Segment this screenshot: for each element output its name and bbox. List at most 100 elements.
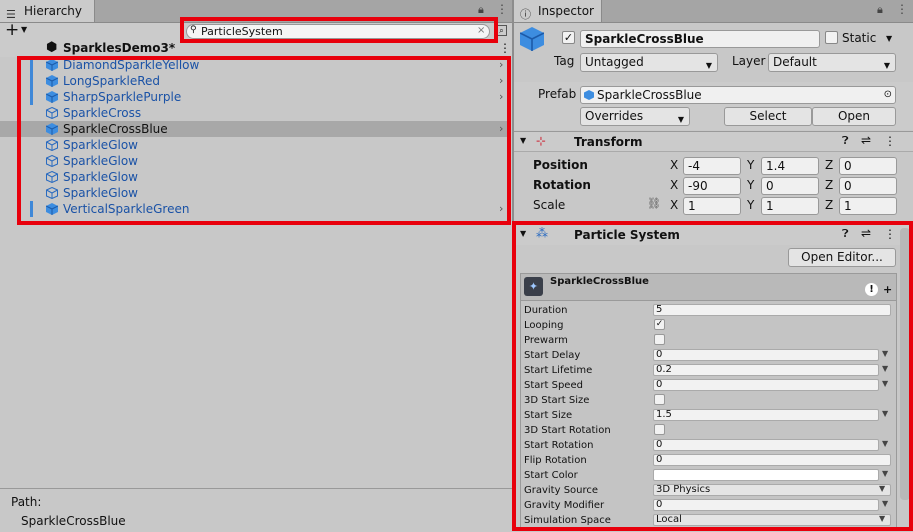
foldout-arrow-icon[interactable]: ▼ — [520, 136, 526, 145]
gravity-modifier-field[interactable]: 0 — [653, 499, 879, 511]
simulation-space-row: Simulation Space Local ▼ — [520, 513, 898, 528]
lock-icon[interactable]: 🔒︎ — [877, 3, 883, 17]
static-checkbox[interactable] — [825, 31, 838, 44]
start-color-row: Start Color ▼ — [524, 469, 889, 481]
rotation-z-field[interactable]: 0 — [839, 177, 897, 195]
list-item-selected[interactable]: SparkleCrossBlue › — [0, 121, 510, 137]
duration-field[interactable]: 5 — [653, 304, 891, 316]
simulation-space-dropdown[interactable]: Local — [653, 514, 891, 526]
search-input[interactable]: ⚲ ParticleSystem × — [186, 24, 490, 39]
static-label: Static — [842, 31, 877, 45]
object-picker-icon[interactable]: ⊙ — [884, 87, 892, 103]
chevron-down-icon[interactable]: ▼ — [882, 379, 888, 388]
chevron-right-icon[interactable]: › — [499, 73, 503, 89]
clear-search-icon[interactable]: × — [477, 25, 485, 36]
prefab-asset-field[interactable]: SparkleCrossBlue ⊙ — [580, 86, 896, 104]
help-icon[interactable]: ❓︎ — [842, 134, 849, 148]
scene-visibility-icon[interactable]: ⌕ — [496, 25, 507, 36]
tag-dropdown[interactable]: Untagged ▼ — [580, 53, 718, 72]
chevron-right-icon[interactable]: › — [499, 89, 503, 105]
chevron-down-icon: ▼ — [705, 61, 712, 70]
scale-z-field[interactable]: 1 — [839, 197, 897, 215]
chevron-down-icon[interactable]: ▼ — [882, 349, 888, 358]
chevron-down-icon[interactable]: ▼ — [879, 514, 885, 523]
chevron-down-icon[interactable]: ▼ — [882, 409, 888, 418]
scene-header[interactable]: ⬢ SparklesDemo3* ⋮ — [0, 40, 512, 57]
list-item[interactable]: SparkleGlow — [0, 169, 510, 185]
prefab-cube-large-icon — [520, 27, 544, 51]
presets-icon[interactable]: ⇌ — [861, 226, 871, 240]
active-checkbox[interactable]: ✓ — [562, 31, 575, 44]
chevron-down-icon[interactable]: ▼ — [882, 439, 888, 448]
start-speed-row: Start Speed 0 ▼ — [524, 379, 889, 391]
list-item[interactable]: SharpSparklePurple › — [0, 89, 510, 105]
prewarm-row: Prewarm — [520, 333, 898, 348]
gravity-source-dropdown[interactable]: 3D Physics — [653, 484, 891, 496]
start-rotation-field[interactable]: 0 — [653, 439, 879, 451]
open-button[interactable]: Open — [812, 107, 896, 126]
list-item[interactable]: SparkleCross — [0, 105, 510, 121]
object-name-input[interactable]: SparkleCrossBlue — [580, 30, 820, 48]
looping-checkbox[interactable]: ✓ — [654, 319, 665, 330]
position-x-field[interactable]: -4 — [683, 157, 741, 175]
chevron-down-icon[interactable]: ▼ — [21, 25, 27, 34]
add-button[interactable]: + — [5, 20, 19, 40]
chevron-right-icon[interactable]: › — [499, 57, 503, 73]
list-item[interactable]: VerticalSparkleGreen › — [0, 201, 510, 217]
start-speed-field[interactable]: 0 — [653, 379, 879, 391]
overrides-dropdown[interactable]: Overrides ▼ — [580, 107, 690, 126]
rotation-y-field[interactable]: 0 — [761, 177, 819, 195]
select-button[interactable]: Select — [724, 107, 812, 126]
chevron-down-icon[interactable]: ▼ — [886, 34, 892, 43]
chevron-down-icon[interactable]: ▼ — [882, 469, 888, 478]
scene-menu-icon[interactable]: ⋮ — [499, 41, 511, 55]
warning-icon: ! — [865, 283, 878, 296]
scale-x-field[interactable]: 1 — [683, 197, 741, 215]
chevron-down-icon[interactable]: ▼ — [882, 499, 888, 508]
constrain-proportions-icon[interactable]: ⛓︎ — [647, 197, 661, 210]
list-item[interactable]: SparkleGlow — [0, 185, 510, 201]
transform-header[interactable]: ▼ ⊹ Transform ❓︎ ⇌ ⋮ — [514, 131, 913, 152]
list-item[interactable]: SparkleGlow — [0, 137, 510, 153]
prefab-cube-icon — [46, 123, 58, 135]
list-item[interactable]: DiamondSparkleYellow › — [0, 57, 510, 73]
start-delay-field[interactable]: 0 — [653, 349, 879, 361]
open-editor-button[interactable]: Open Editor... — [788, 248, 896, 267]
prefab-cube-outline-icon — [46, 107, 58, 119]
help-icon[interactable]: ❓︎ — [842, 227, 849, 241]
module-header[interactable]: ✦ SparkleCrossBlue ! + — [521, 274, 896, 301]
chevron-right-icon[interactable]: › — [499, 201, 503, 217]
start-size-field[interactable]: 1.5 — [653, 409, 879, 421]
particle-system-header[interactable]: ▼ ⁂ Particle System ❓︎ ⇌ ⋮ — [514, 224, 913, 245]
start-rotation-3d-checkbox[interactable] — [654, 424, 665, 435]
scale-y-field[interactable]: 1 — [761, 197, 819, 215]
chevron-down-icon[interactable]: ▼ — [879, 484, 885, 493]
list-item[interactable]: SparkleGlow — [0, 153, 510, 169]
start-rotation-3d-row: 3D Start Rotation — [520, 423, 898, 438]
start-lifetime-field[interactable]: 0.2 — [653, 364, 879, 376]
prewarm-checkbox[interactable] — [654, 334, 665, 345]
position-y-field[interactable]: 1.4 — [761, 157, 819, 175]
presets-icon[interactable]: ⇌ — [861, 133, 871, 147]
start-size-3d-checkbox[interactable] — [654, 394, 665, 405]
more-menu-icon[interactable]: ⋮ — [496, 2, 508, 16]
more-menu-icon[interactable]: ⋮ — [896, 2, 908, 16]
chevron-down-icon[interactable]: ▼ — [882, 364, 888, 373]
tab-inspector[interactable]: ⓘ Inspector — [514, 0, 602, 22]
component-menu-icon[interactable]: ⋮ — [884, 227, 896, 241]
rotation-x-field[interactable]: -90 — [683, 177, 741, 195]
tab-hierarchy[interactable]: ☰ Hierarchy — [0, 0, 95, 22]
hierarchy-panel: ☰ Hierarchy 🔒︎ ⋮ + ▼ ⚲ ParticleSystem × … — [0, 0, 512, 532]
lock-icon[interactable]: 🔒︎ — [478, 3, 484, 17]
inspector-scrollbar[interactable] — [900, 228, 910, 500]
add-module-icon[interactable]: + — [883, 283, 892, 296]
list-item[interactable]: LongSparkleRed › — [0, 73, 510, 89]
foldout-arrow-icon[interactable]: ▼ — [520, 229, 526, 238]
start-color-swatch[interactable] — [653, 469, 879, 481]
chevron-right-icon[interactable]: › — [499, 121, 503, 137]
flip-rotation-field[interactable]: 0 — [653, 454, 891, 466]
layer-dropdown[interactable]: Default ▼ — [768, 53, 896, 72]
position-z-field[interactable]: 0 — [839, 157, 897, 175]
prefab-cube-icon — [46, 91, 58, 103]
component-menu-icon[interactable]: ⋮ — [884, 134, 896, 148]
